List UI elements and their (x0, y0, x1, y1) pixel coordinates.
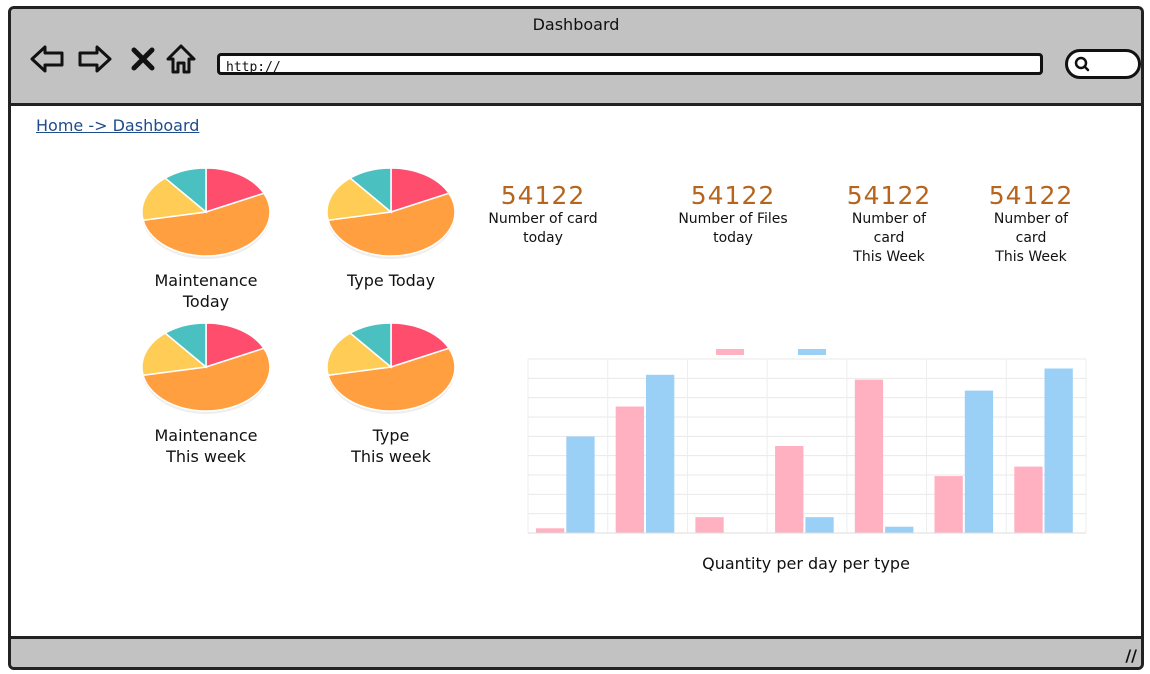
bar-1 (854, 379, 884, 533)
bar-chart (516, 339, 1096, 539)
pie-chart (326, 322, 456, 414)
bar-2 (964, 390, 994, 533)
title-bar: Dashboard (11, 9, 1141, 106)
home-icon (166, 44, 196, 74)
kpi-cards-today: 54122 Number of card today (463, 181, 623, 248)
pie-type-week: Type This week (316, 319, 466, 467)
search-icon (1074, 56, 1090, 72)
bar-1 (536, 528, 565, 533)
bar-2 (885, 526, 914, 533)
kpi-label: Number of card This Week (851, 211, 927, 265)
kpi-value: 54122 (690, 181, 776, 210)
legend-swatch-dataset-1 (716, 349, 744, 355)
kpi-value: 54122 (846, 181, 932, 210)
back-button[interactable] (27, 39, 67, 79)
pie-chart (141, 322, 271, 414)
bar-1 (934, 476, 963, 533)
arrow-right-icon (78, 45, 112, 73)
pie-label: Maintenance Today (154, 271, 258, 311)
pie-chart (326, 167, 456, 259)
kpi-value: 54122 (500, 181, 586, 210)
arrow-left-icon (30, 45, 64, 73)
search-box[interactable] (1065, 49, 1141, 79)
bar-2 (566, 436, 595, 533)
bar-1 (775, 446, 804, 533)
bar-2 (646, 374, 675, 533)
pie-maintenance-week: Maintenance This week (131, 319, 281, 467)
kpi-label: Number of card today (488, 211, 598, 246)
kpi-label: Number of card This Week (993, 211, 1069, 265)
breadcrumb[interactable]: Home -> Dashboard (36, 116, 199, 135)
bar-1 (695, 517, 724, 533)
kpi-cards-week: 54122 Number of card This Week (809, 181, 969, 267)
pie-chart (141, 167, 271, 259)
pie-label: Type Today (346, 271, 436, 290)
url-input[interactable] (220, 59, 1040, 76)
pie-label: Type This week (351, 426, 431, 466)
bar-2 (1044, 368, 1073, 533)
status-bar: // (11, 636, 1141, 667)
bar-2 (805, 517, 834, 533)
kpi-files-today: 54122 Number of Files today (653, 181, 813, 248)
kpi-label: Number of Files today (678, 211, 788, 246)
bar-chart-svg (527, 349, 1087, 534)
chart-grid (527, 358, 1087, 534)
browser-window: Dashboard http:// Home -> Dashboard Main… (8, 6, 1144, 670)
window-title: Dashboard (532, 15, 620, 34)
resize-grip-icon[interactable]: // (1125, 646, 1137, 665)
kpi-value: 54122 (988, 181, 1074, 210)
stop-button[interactable] (123, 39, 163, 79)
chart-title: Quantity per day per type (702, 554, 910, 573)
forward-button[interactable] (75, 39, 115, 79)
pie-maintenance-today: Maintenance Today (131, 164, 281, 312)
pie-label: Maintenance This week (154, 426, 258, 466)
close-icon (131, 47, 155, 71)
bar-1 (1014, 466, 1043, 533)
pie-type-today: Type Today (316, 164, 466, 291)
home-button[interactable] (161, 39, 201, 79)
kpi-cards-week-2: 54122 Number of card This Week (951, 181, 1111, 267)
bar-1 (615, 406, 644, 533)
legend-swatch-dataset-2 (798, 349, 826, 355)
address-bar[interactable] (217, 53, 1043, 76)
